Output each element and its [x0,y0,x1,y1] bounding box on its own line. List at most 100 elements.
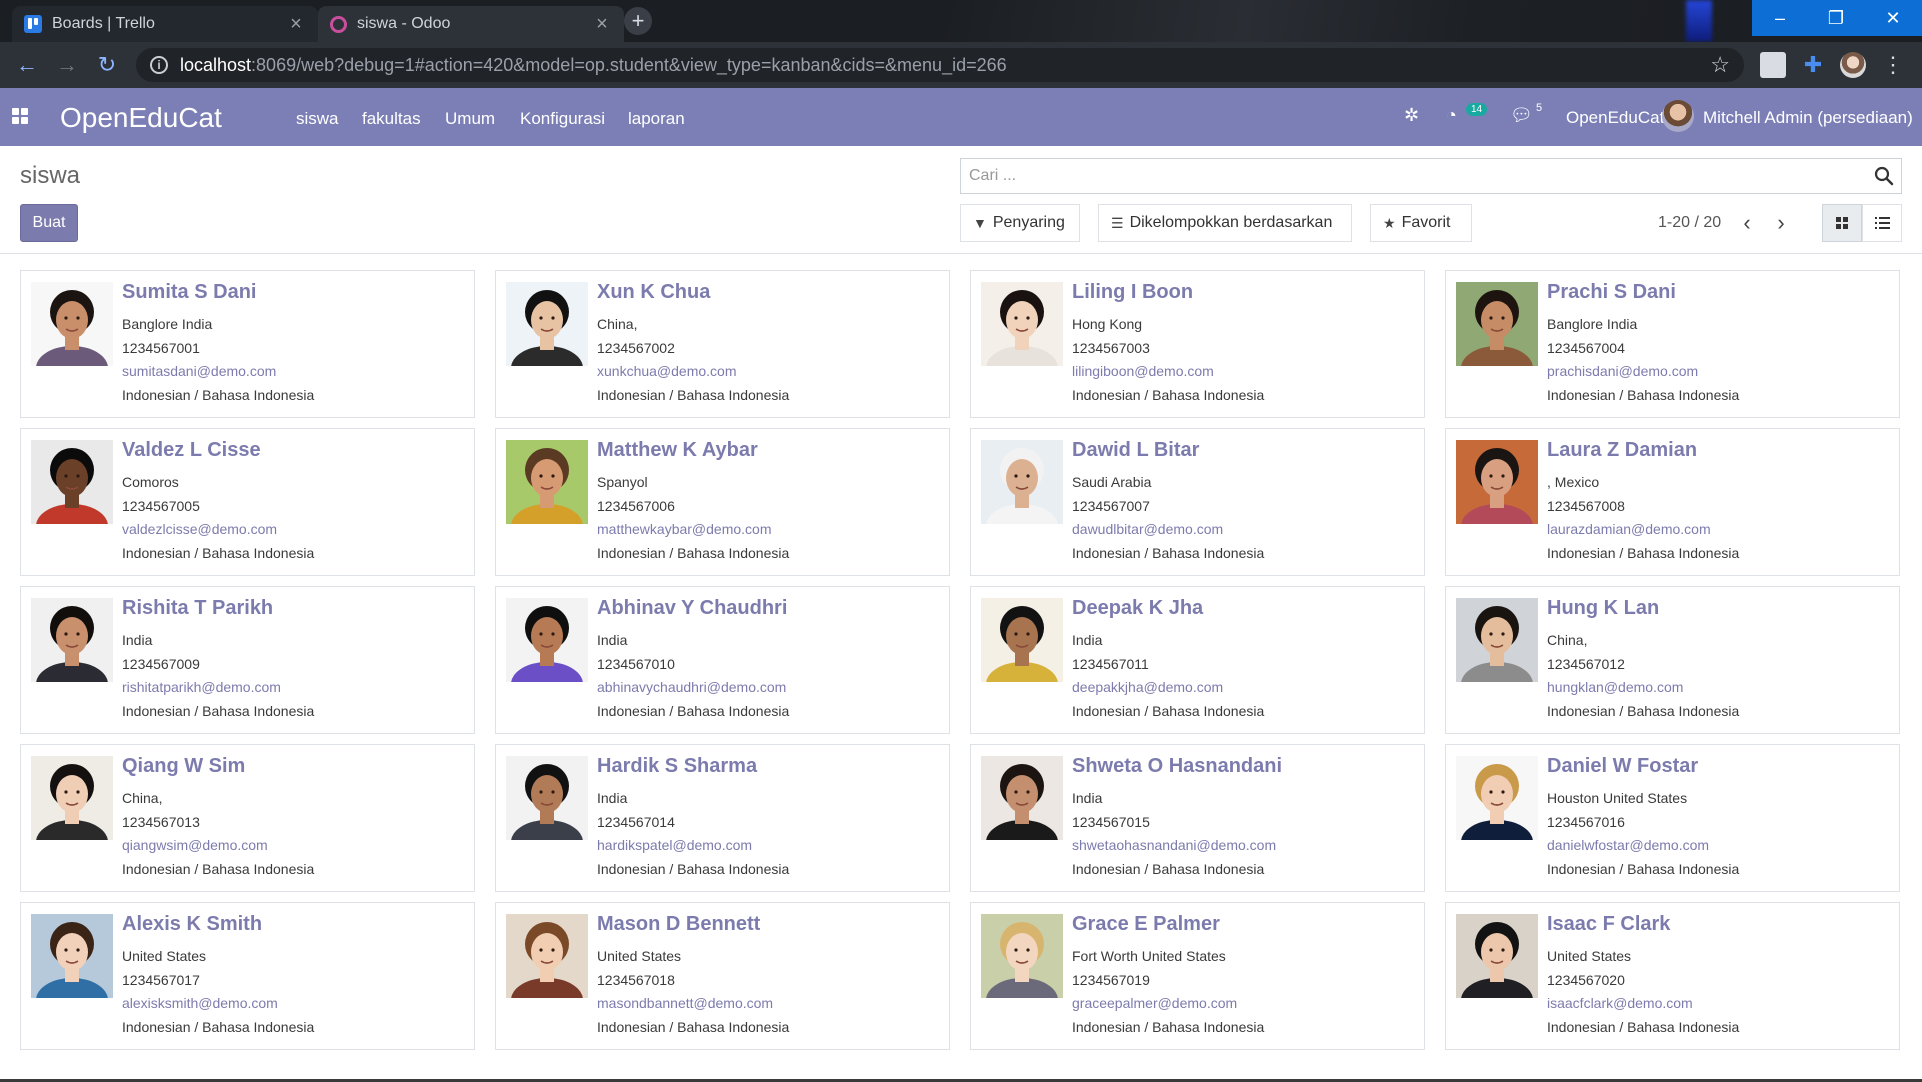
list-view-switch[interactable] [1862,204,1902,242]
student-photo [1456,598,1538,682]
student-email[interactable]: danielwfostar@demo.com [1547,837,1709,853]
student-email[interactable]: xunkchua@demo.com [597,363,737,379]
student-name: Rishita T Parikh [122,597,274,619]
menu-laporan[interactable]: laporan [628,109,685,129]
student-card[interactable]: Hung K Lan China, 1234567012 hungklan@de… [1445,586,1900,734]
student-email[interactable]: qiangwsim@demo.com [122,837,268,853]
student-card[interactable]: Xun K Chua China, 1234567002 xunkchua@de… [495,270,950,418]
student-address: Houston United States [1547,790,1688,806]
puzzle-extensions-icon[interactable]: ✚ [1800,52,1826,78]
student-card[interactable]: Laura Z Damian , Mexico 1234567008 laura… [1445,428,1900,576]
student-email[interactable]: laurazdamian@demo.com [1547,521,1711,537]
student-card[interactable]: Hardik S Sharma India 1234567014 hardiks… [495,744,950,892]
menu-fakultas[interactable]: fakultas [362,109,421,129]
student-phone: 1234567007 [1072,498,1150,514]
user-avatar[interactable] [1662,100,1694,132]
search-icon[interactable] [1873,165,1895,187]
student-email[interactable]: prachisdani@demo.com [1547,363,1698,379]
student-email[interactable]: dawudlbitar@demo.com [1072,521,1223,537]
kanban-view-switch[interactable] [1822,204,1862,242]
student-card[interactable]: Mason D Bennett United States 1234567018… [495,902,950,1050]
student-email[interactable]: abhinavychaudhri@demo.com [597,679,786,695]
reload-icon[interactable]: ↻ [92,50,122,80]
browser-tab-odoo[interactable]: siswa - Odoo × [318,6,624,42]
student-email[interactable]: valdezlcisse@demo.com [122,521,277,537]
filter-dropdown-button[interactable]: ▼ Penyaring [960,204,1080,242]
menu-umum[interactable]: Umum [445,109,495,129]
browser-menu-icon[interactable]: ⋮ [1880,52,1906,78]
debug-bug-icon[interactable]: ✲ [1404,105,1419,126]
browser-tab-trello[interactable]: Boards | Trello × [12,6,318,42]
student-phone: 1234567010 [597,656,675,672]
pager-next-icon[interactable]: › [1766,208,1796,238]
student-email[interactable]: hardikspatel@demo.com [597,837,752,853]
pager-previous-icon[interactable]: ‹ [1732,208,1762,238]
student-card[interactable]: Abhinav Y Chaudhri India 1234567010 abhi… [495,586,950,734]
student-phone: 1234567014 [597,814,675,830]
student-email[interactable]: hungklan@demo.com [1547,679,1683,695]
student-language: Indonesian / Bahasa Indonesia [1547,1019,1740,1035]
student-card[interactable]: Matthew K Aybar Spanyol 1234567006 matth… [495,428,950,576]
student-email[interactable]: alexisksmith@demo.com [122,995,278,1011]
close-window-button[interactable]: ✕ [1864,0,1922,36]
new-tab-button[interactable]: + [624,7,652,35]
student-email[interactable]: lilingiboon@demo.com [1072,363,1214,379]
menu-konfigurasi[interactable]: Konfigurasi [520,109,605,129]
student-card[interactable]: Shweta O Hasnandani India 1234567015 shw… [970,744,1425,892]
student-email[interactable]: shwetaohasnandani@demo.com [1072,837,1276,853]
student-email[interactable]: matthewkaybar@demo.com [597,521,772,537]
student-name: Xun K Chua [597,281,711,303]
activity-clock-icon[interactable]: ◔ 14 [1446,103,1492,129]
favorites-dropdown-button[interactable]: ★ Favorit [1370,204,1472,242]
student-language: Indonesian / Bahasa Indonesia [122,1019,315,1035]
messages-chat-icon[interactable]: 💬︎ 5 [1510,102,1546,129]
company-switcher[interactable]: OpenEduCat [1566,108,1664,128]
profile-avatar-icon[interactable] [1840,52,1866,78]
student-address: Saudi Arabia [1072,474,1152,490]
student-card[interactable]: Sumita S Dani Banglore India 1234567001 … [20,270,475,418]
student-email[interactable]: graceepalmer@demo.com [1072,995,1237,1011]
student-card[interactable]: Prachi S Dani Banglore India 1234567004 … [1445,270,1900,418]
groupby-dropdown-button[interactable]: ☰ Dikelompokkan berdasarkan [1098,204,1352,242]
user-menu[interactable]: Mitchell Admin (persediaan) [1703,108,1913,128]
restore-window-button[interactable]: ❐ [1808,0,1864,36]
student-email[interactable]: deepakkjha@demo.com [1072,679,1223,695]
site-info-icon[interactable]: i [150,56,168,74]
student-card[interactable]: Deepak K Jha India 1234567011 deepakkjha… [970,586,1425,734]
minimize-window-button[interactable]: – [1752,0,1808,36]
student-card[interactable]: Dawid L Bitar Saudi Arabia 1234567007 da… [970,428,1425,576]
student-card[interactable]: Daniel W Fostar Houston United States 12… [1445,744,1900,892]
browser-toolbar: ← → ↻ i localhost:8069/web?debug=1#actio… [0,42,1922,88]
app-brand[interactable]: OpenEduCat [60,102,222,134]
create-button[interactable]: Buat [20,204,78,242]
close-tab-icon[interactable]: × [592,13,612,36]
student-email[interactable]: sumitasdani@demo.com [122,363,276,379]
student-card[interactable]: Isaac F Clark United States 1234567020 i… [1445,902,1900,1050]
student-email[interactable]: masondbannett@demo.com [597,995,773,1011]
apps-grid-icon[interactable] [12,108,28,124]
student-phone: 1234567019 [1072,972,1150,988]
student-phone: 1234567017 [122,972,200,988]
student-card[interactable]: Rishita T Parikh India 1234567009 rishit… [20,586,475,734]
forward-arrow-icon[interactable]: → [52,50,82,80]
student-phone: 1234567002 [597,340,675,356]
search-input[interactable] [961,159,1901,193]
extension-icon[interactable] [1760,52,1786,78]
address-bar[interactable]: i localhost:8069/web?debug=1#action=420&… [136,48,1744,82]
close-tab-icon[interactable]: × [286,13,306,36]
student-card[interactable]: Alexis K Smith United States 1234567017 … [20,902,475,1050]
back-arrow-icon[interactable]: ← [12,50,42,80]
student-language: Indonesian / Bahasa Indonesia [597,1019,790,1035]
student-address: Banglore India [122,316,213,332]
student-photo [981,598,1063,682]
bookmark-star-icon[interactable]: ☆ [1710,52,1730,78]
student-email[interactable]: rishitatparikh@demo.com [122,679,281,695]
student-card[interactable]: Valdez L Cisse Comoros 1234567005 valdez… [20,428,475,576]
menu-siswa[interactable]: siswa [296,109,339,129]
student-card[interactable]: Grace E Palmer Fort Worth United States … [970,902,1425,1050]
student-card[interactable]: Liling I Boon Hong Kong 1234567003 lilin… [970,270,1425,418]
student-card[interactable]: Qiang W Sim China, 1234567013 qiangwsim@… [20,744,475,892]
student-email[interactable]: isaacfclark@demo.com [1547,995,1693,1011]
pager-value[interactable]: 1-20 / 20 [1658,214,1721,232]
student-name: Isaac F Clark [1547,913,1671,935]
